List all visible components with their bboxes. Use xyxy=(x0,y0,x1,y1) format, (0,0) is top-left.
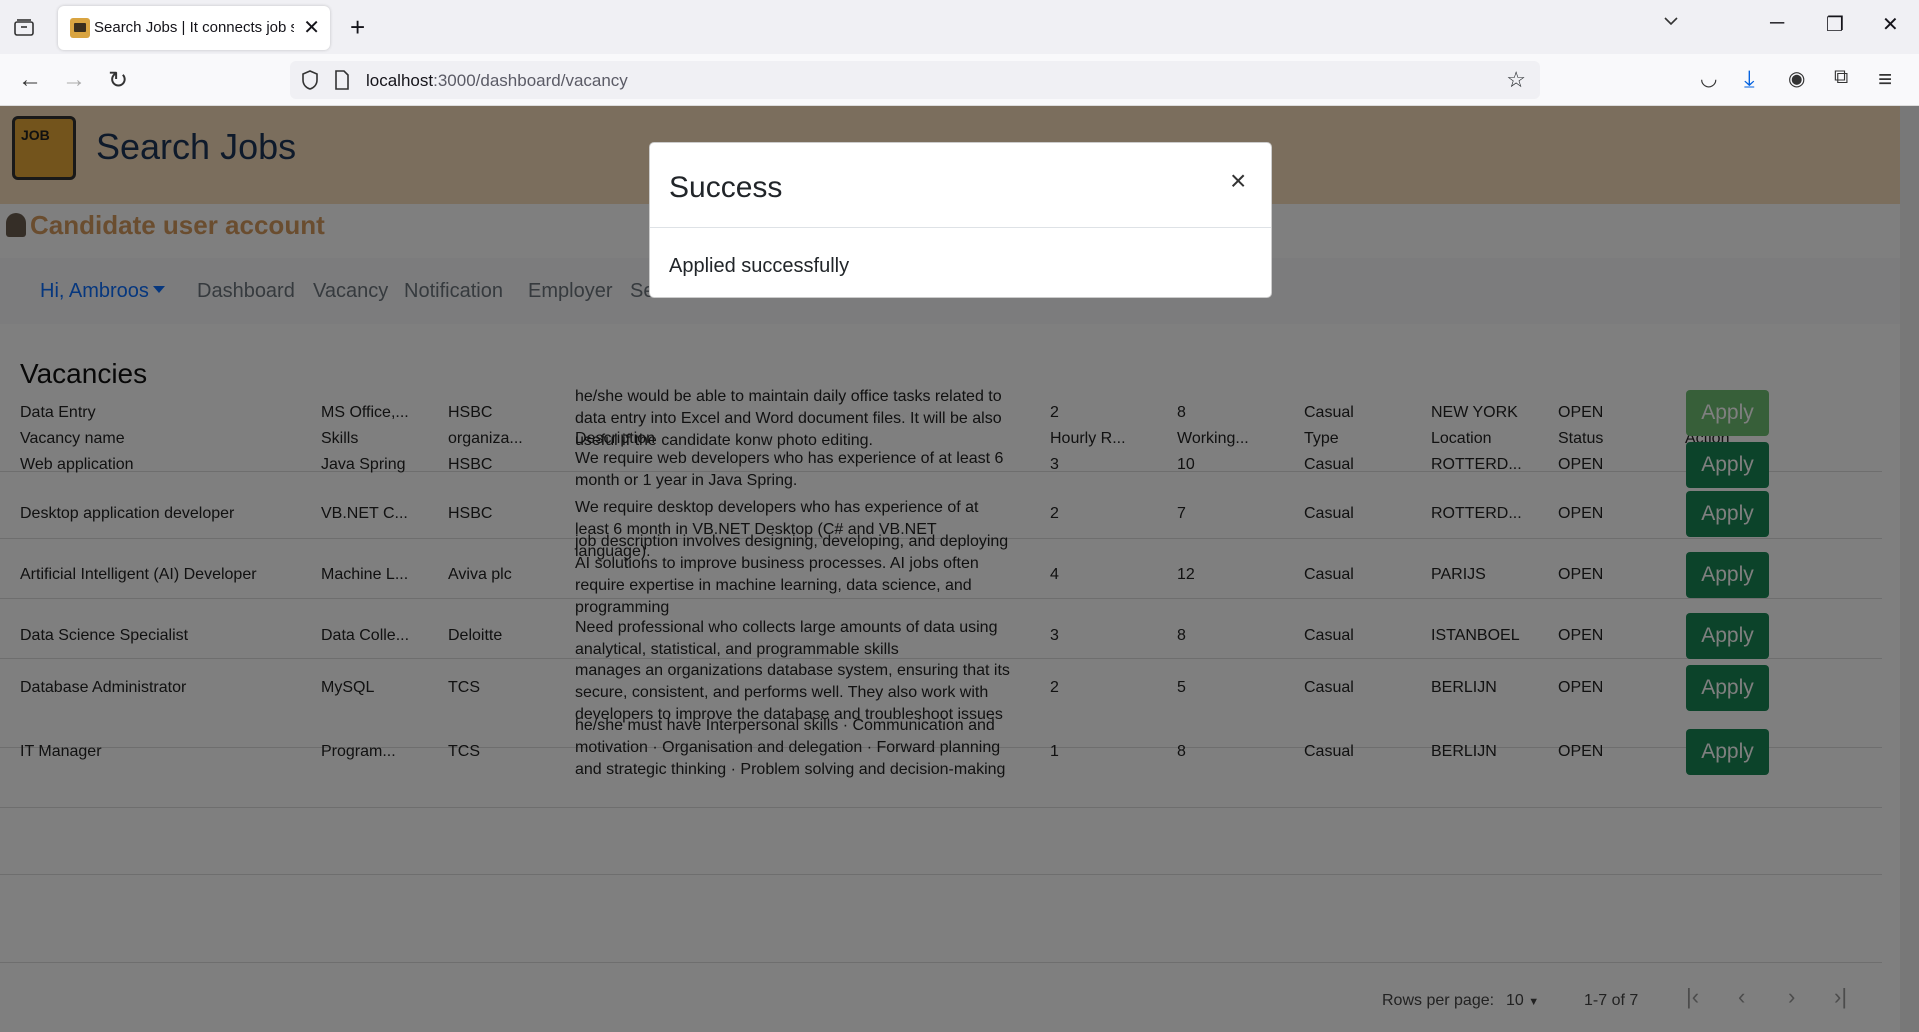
url-bar[interactable]: localhost:3000/dashboard/vacancy ☆ xyxy=(290,61,1540,99)
menu-icon[interactable]: ≡ xyxy=(1878,66,1892,94)
url-path: :3000/dashboard/vacancy xyxy=(433,71,628,90)
page-icon xyxy=(334,70,350,95)
modal-body: Applied successfully xyxy=(669,255,850,277)
url-host: localhost xyxy=(366,71,434,90)
modal-title: Success xyxy=(669,171,783,204)
extensions-icon[interactable]: ⧉ xyxy=(1834,66,1848,89)
bookmark-star-icon[interactable]: ☆ xyxy=(1506,67,1526,93)
account-icon[interactable]: ◉ xyxy=(1788,66,1805,91)
list-all-tabs-icon[interactable] xyxy=(1662,12,1680,36)
url-text[interactable]: localhost:3000/dashboard/vacancy xyxy=(366,71,628,91)
download-icon[interactable]: ⤓ xyxy=(1744,66,1755,94)
favicon-icon xyxy=(70,18,90,38)
reload-icon[interactable]: ↻ xyxy=(108,66,128,95)
restore-icon[interactable]: ❐ xyxy=(1826,12,1844,37)
new-tab-icon[interactable]: + xyxy=(350,12,365,43)
browser-navbar: ← → ↻ localhost:3000/dashboard/vacancy ☆… xyxy=(0,54,1919,106)
forward-icon[interactable]: → xyxy=(62,66,86,94)
tab-list-icon[interactable] xyxy=(12,16,36,40)
minimize-icon[interactable]: ─ xyxy=(1770,12,1784,35)
close-tab-icon[interactable]: ✕ xyxy=(303,15,320,40)
modal-header: Success × xyxy=(650,143,1271,228)
tab-title: Search Jobs | It connects job seekers xyxy=(94,19,294,36)
shield-icon[interactable] xyxy=(300,69,320,96)
pocket-icon[interactable]: ◡ xyxy=(1700,66,1717,91)
close-window-icon[interactable]: ✕ xyxy=(1882,12,1899,37)
browser-tabbar: Search Jobs | It connects job seekers ✕ … xyxy=(0,0,1919,54)
browser-tab[interactable]: Search Jobs | It connects job seekers ✕ xyxy=(58,6,330,50)
success-modal: Success × Applied successfully xyxy=(649,142,1272,298)
modal-close-button[interactable]: × xyxy=(1230,165,1246,197)
back-icon[interactable]: ← xyxy=(18,66,42,94)
